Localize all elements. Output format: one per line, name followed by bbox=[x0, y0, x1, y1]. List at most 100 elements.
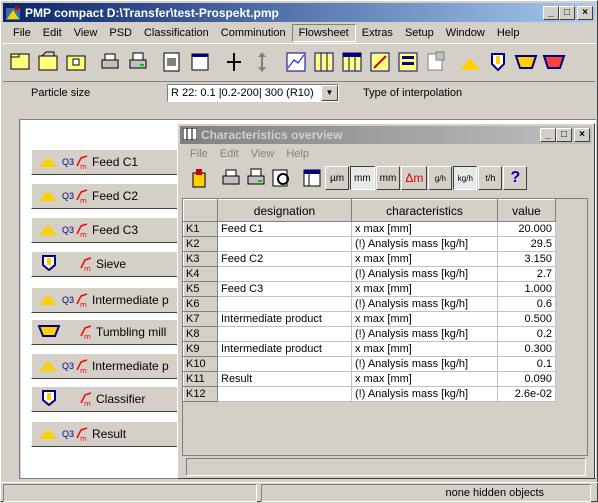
menu-psd[interactable]: PSD bbox=[103, 25, 138, 41]
characteristic-cell[interactable]: x max [mm] bbox=[351, 311, 498, 327]
menu-window[interactable]: Window bbox=[440, 25, 491, 41]
close-button[interactable]: × bbox=[577, 5, 593, 20]
value-cell[interactable]: 1.000 bbox=[497, 281, 556, 297]
row-header[interactable]: K8 bbox=[183, 326, 218, 342]
flowsheet-node[interactable]: Q3 m Feed C1 bbox=[31, 149, 193, 175]
row-header[interactable]: K4 bbox=[183, 266, 218, 282]
characteristic-cell[interactable]: x max [mm] bbox=[351, 281, 498, 297]
title-bar[interactable]: PMP compact D:\Transfer\test-Prospekt.pm… bbox=[3, 3, 595, 22]
row-header[interactable]: K9 bbox=[183, 341, 218, 357]
open-folder-icon[interactable] bbox=[35, 49, 61, 75]
preview-icon[interactable] bbox=[269, 166, 293, 190]
flowsheet-node[interactable]: Q3 m Intermediate p bbox=[31, 287, 193, 313]
edit-table-icon[interactable] bbox=[367, 49, 393, 75]
print-setup-icon[interactable] bbox=[125, 49, 151, 75]
designation-cell[interactable]: Feed C1 bbox=[217, 221, 352, 237]
row-header[interactable]: K3 bbox=[183, 251, 218, 267]
designation-cell[interactable]: Feed C3 bbox=[217, 281, 352, 297]
characteristic-cell[interactable]: (!) Analysis mass [kg/h] bbox=[351, 386, 498, 402]
table2-icon[interactable] bbox=[339, 49, 365, 75]
maximize-button[interactable]: □ bbox=[559, 5, 575, 20]
export-icon[interactable] bbox=[423, 49, 449, 75]
child-menu-view[interactable]: View bbox=[245, 146, 281, 162]
child-title-bar[interactable]: Characteristics overview _ □ × bbox=[180, 126, 592, 144]
characteristic-cell[interactable]: (!) Analysis mass [kg/h] bbox=[351, 296, 498, 312]
header-characteristics[interactable]: characteristics bbox=[351, 199, 498, 222]
table-row[interactable]: K6 (!) Analysis mass [kg/h] 0.6 bbox=[183, 296, 556, 312]
child-menu-edit[interactable]: Edit bbox=[214, 146, 245, 162]
characteristic-cell[interactable]: (!) Analysis mass [kg/h] bbox=[351, 326, 498, 342]
table-row[interactable]: K9 Intermediate product x max [mm] 0.300 bbox=[183, 341, 556, 357]
add-node-icon[interactable] bbox=[221, 49, 247, 75]
print-setup-icon-child[interactable] bbox=[244, 166, 268, 190]
designation-cell[interactable] bbox=[217, 236, 352, 252]
row-header[interactable]: K7 bbox=[183, 311, 218, 327]
child-maximize-button[interactable]: □ bbox=[556, 128, 572, 142]
table-row[interactable]: K12 (!) Analysis mass [kg/h] 2.6e-02 bbox=[183, 386, 556, 402]
characteristic-cell[interactable]: x max [mm] bbox=[351, 371, 498, 387]
menu-setup[interactable]: Setup bbox=[399, 25, 440, 41]
table-row[interactable]: K2 (!) Analysis mass [kg/h] 29.5 bbox=[183, 236, 556, 252]
designation-cell[interactable]: Intermediate product bbox=[217, 341, 352, 357]
value-cell[interactable]: 2.6e-02 bbox=[497, 386, 556, 402]
menu-flowsheet[interactable]: Flowsheet bbox=[291, 23, 356, 42]
flowsheet-node[interactable]: m Tumbling mill bbox=[31, 319, 193, 345]
value-cell[interactable]: 0.6 bbox=[497, 296, 556, 312]
unit-mm-button[interactable]: mm bbox=[350, 166, 375, 190]
characteristic-cell[interactable]: (!) Analysis mass [kg/h] bbox=[351, 236, 498, 252]
designation-cell[interactable] bbox=[217, 326, 352, 342]
value-cell[interactable]: 0.300 bbox=[497, 341, 556, 357]
chevron-down-icon[interactable]: ▼ bbox=[321, 84, 338, 101]
new-file-icon[interactable] bbox=[7, 49, 33, 75]
designation-cell[interactable]: Result bbox=[217, 371, 352, 387]
characteristic-cell[interactable]: x max [mm] bbox=[351, 341, 498, 357]
window-icon[interactable] bbox=[187, 49, 213, 75]
classifier-tool-icon[interactable] bbox=[485, 49, 511, 75]
value-cell[interactable]: 0.500 bbox=[497, 311, 556, 327]
menu-file[interactable]: File bbox=[7, 25, 37, 41]
menu-view[interactable]: View bbox=[68, 25, 104, 41]
child-close-button[interactable]: × bbox=[574, 128, 590, 142]
help-button[interactable]: ? bbox=[503, 166, 528, 190]
flowsheet-node[interactable]: m Classifier bbox=[31, 386, 193, 412]
copy-image-icon[interactable] bbox=[159, 49, 185, 75]
table-row[interactable]: K8 (!) Analysis mass [kg/h] 0.2 bbox=[183, 326, 556, 342]
value-cell[interactable]: 0.2 bbox=[497, 326, 556, 342]
designation-cell[interactable]: Feed C2 bbox=[217, 251, 352, 267]
unit-mm2-button[interactable]: mm bbox=[375, 166, 401, 190]
table-settings-icon[interactable] bbox=[300, 166, 324, 190]
chart-icon[interactable] bbox=[283, 49, 309, 75]
row-header[interactable]: K1 bbox=[183, 221, 218, 237]
value-cell[interactable]: 20.000 bbox=[497, 221, 556, 237]
child-minimize-button[interactable]: _ bbox=[540, 128, 556, 142]
row-header[interactable]: K2 bbox=[183, 236, 218, 252]
table-row[interactable]: K5 Feed C3 x max [mm] 1.000 bbox=[183, 281, 556, 297]
unit-delta-m-button[interactable]: Δm bbox=[401, 166, 428, 190]
table-row[interactable]: K3 Feed C2 x max [mm] 3.150 bbox=[183, 251, 556, 267]
designation-cell[interactable] bbox=[217, 386, 352, 402]
menu-edit[interactable]: Edit bbox=[37, 25, 68, 41]
menu-comminution[interactable]: Comminution bbox=[215, 25, 292, 41]
menu-classification[interactable]: Classification bbox=[138, 25, 215, 41]
table-row[interactable]: K10 (!) Analysis mass [kg/h] 0.1 bbox=[183, 356, 556, 372]
value-cell[interactable]: 29.5 bbox=[497, 236, 556, 252]
mill2-tool-icon[interactable] bbox=[541, 49, 567, 75]
unit-kgh-button[interactable]: kg/h bbox=[453, 166, 478, 190]
horizontal-scrollbar[interactable] bbox=[186, 458, 586, 476]
flowsheet-node[interactable]: m Sieve bbox=[31, 251, 193, 277]
designation-cell[interactable]: Intermediate product bbox=[217, 311, 352, 327]
child-menu-file[interactable]: File bbox=[184, 146, 214, 162]
designation-cell[interactable] bbox=[217, 266, 352, 282]
characteristic-cell[interactable]: x max [mm] bbox=[351, 251, 498, 267]
characteristic-cell[interactable]: (!) Analysis mass [kg/h] bbox=[351, 266, 498, 282]
designation-cell[interactable] bbox=[217, 356, 352, 372]
unit-gh-button[interactable]: g/h bbox=[428, 166, 453, 190]
report-icon[interactable] bbox=[395, 49, 421, 75]
flowsheet-node[interactable]: Q3 m Feed C2 bbox=[31, 183, 193, 209]
print-icon[interactable] bbox=[97, 49, 123, 75]
characteristic-cell[interactable]: (!) Analysis mass [kg/h] bbox=[351, 356, 498, 372]
particle-size-combo[interactable]: R 22: 0.1 |0.2-200| 300 (R10) ▼ bbox=[167, 83, 339, 102]
minimize-button[interactable]: _ bbox=[543, 5, 559, 20]
menu-help[interactable]: Help bbox=[491, 25, 526, 41]
move-vertical-icon[interactable] bbox=[249, 49, 275, 75]
